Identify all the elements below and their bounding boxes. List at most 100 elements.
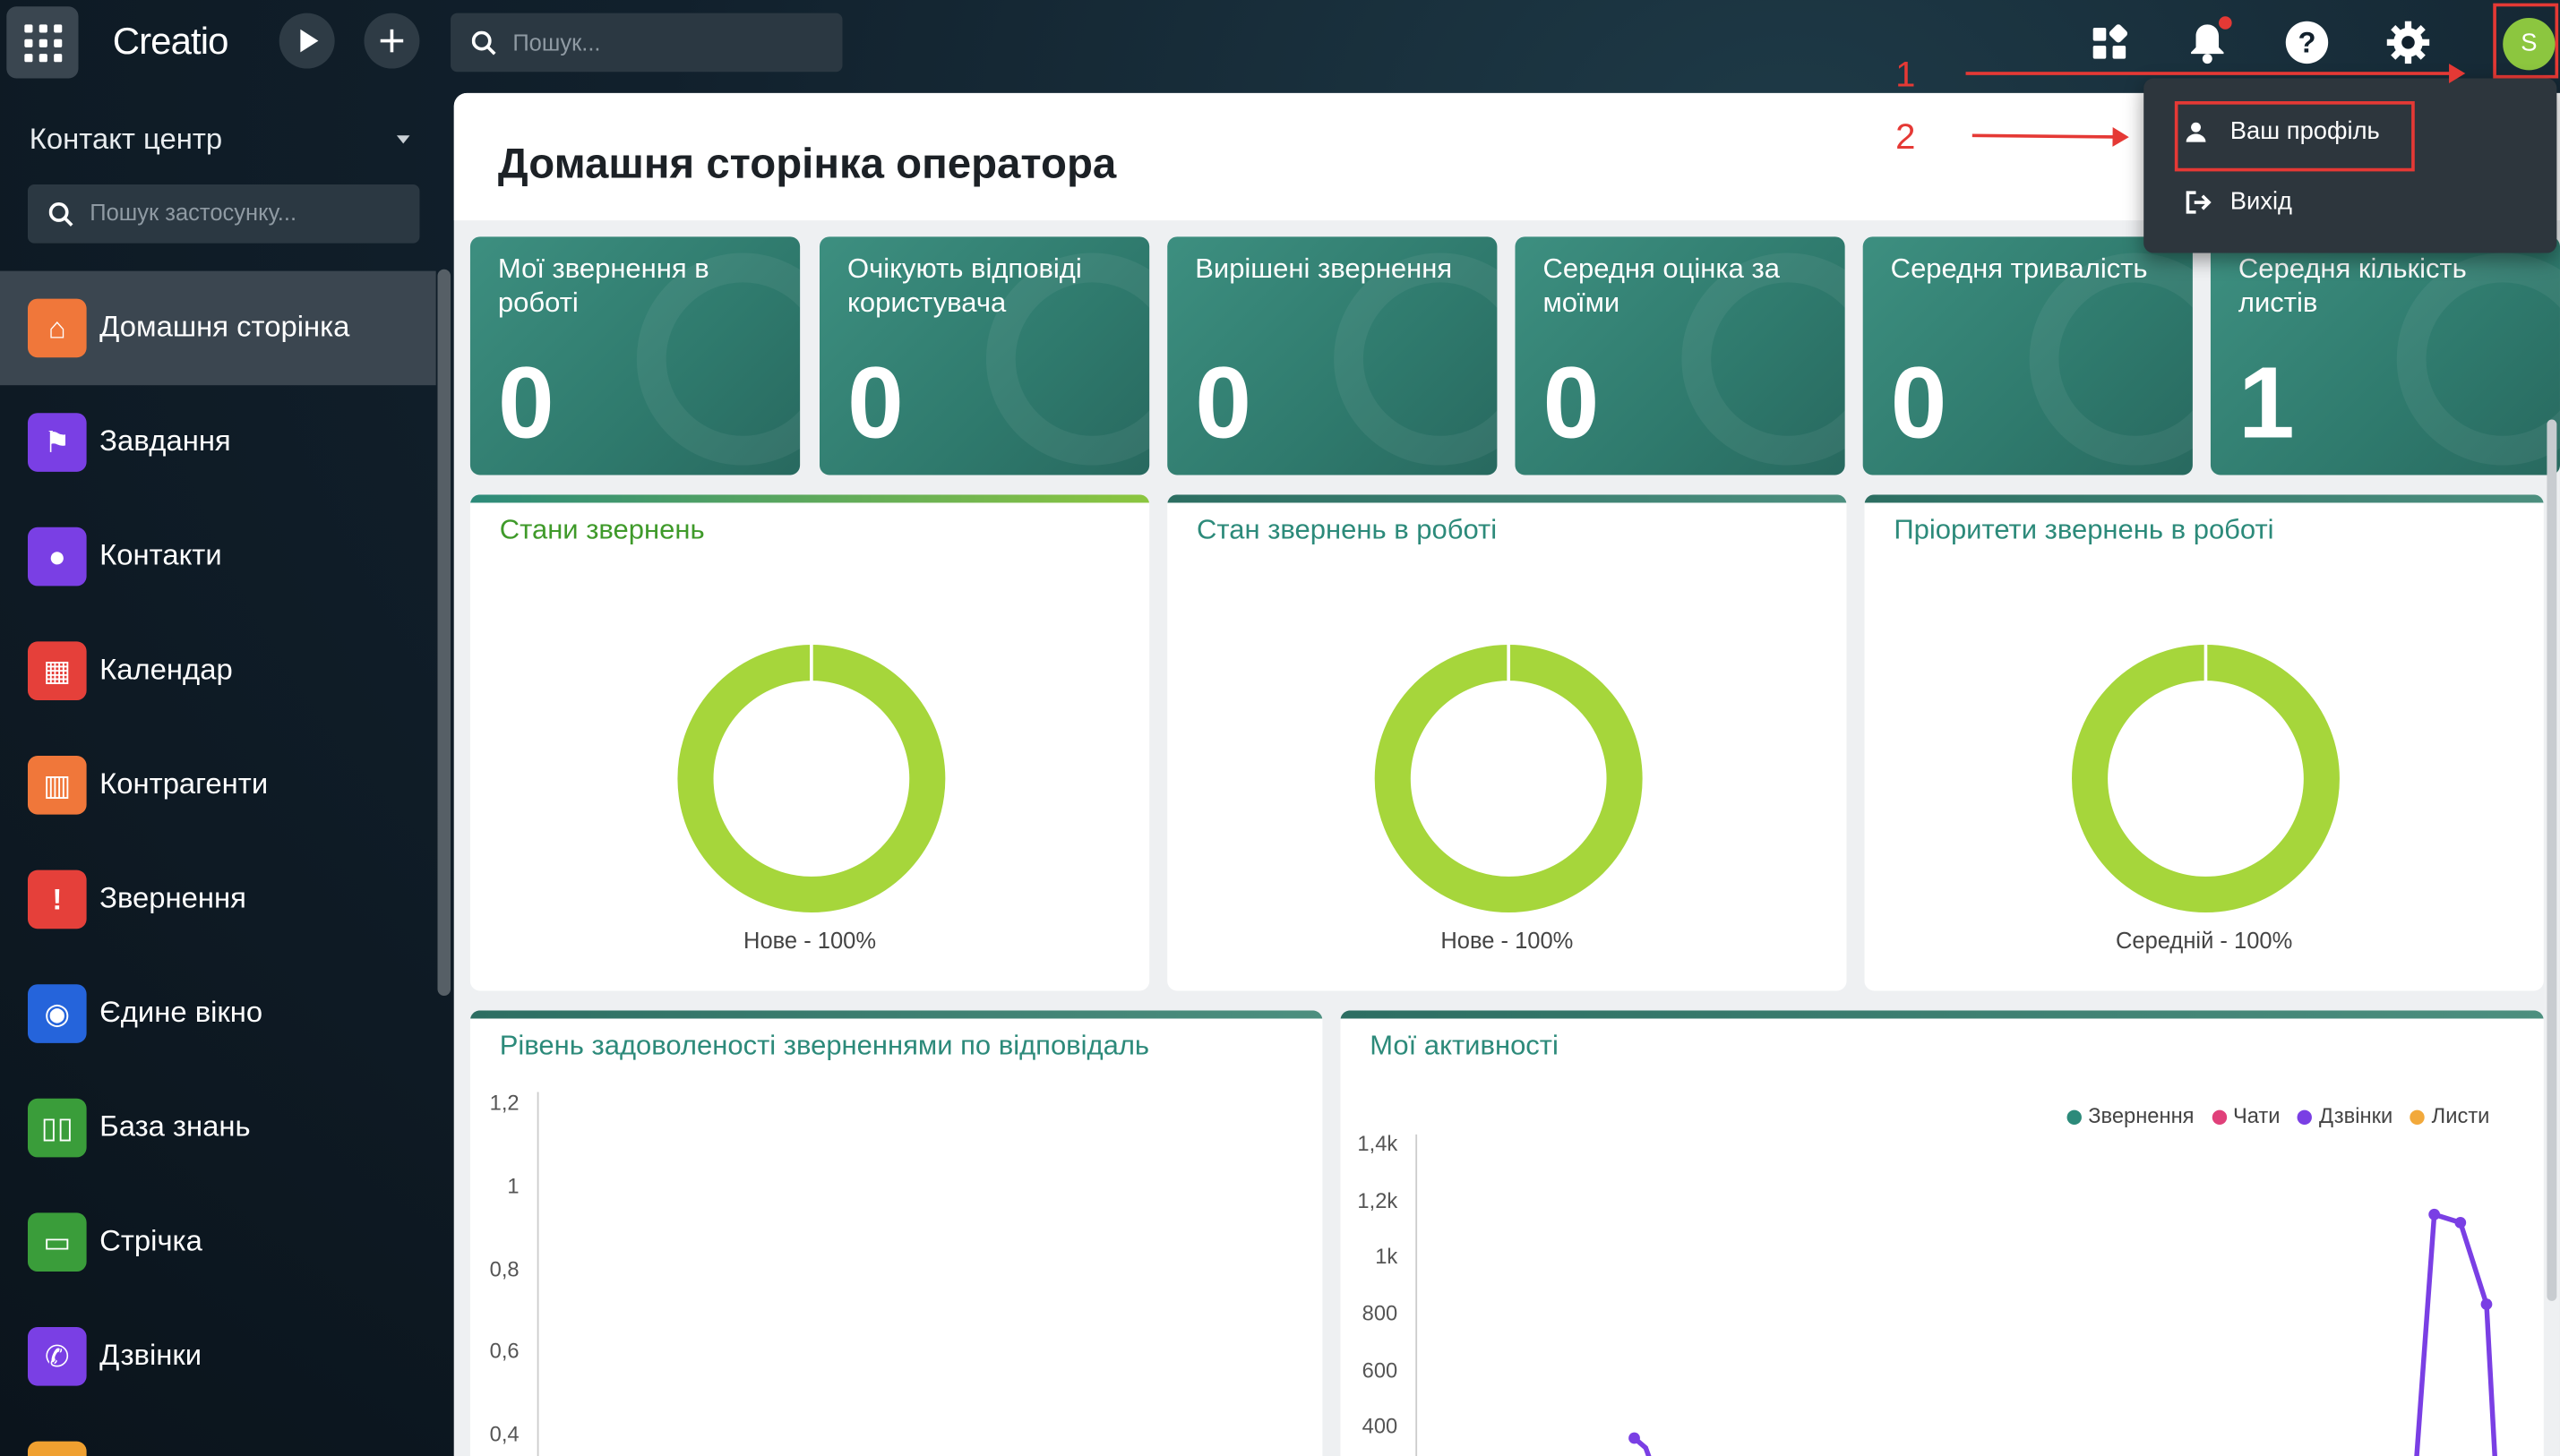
y-tick: 0,4 [489, 1421, 520, 1447]
donut-label: Середній - 100% [2115, 927, 2293, 954]
kpi-value: 0 [846, 347, 904, 461]
kpi-value: 1 [2238, 347, 2295, 461]
sidebar-item-label: Завдання [99, 424, 231, 458]
sidebar-item[interactable]: ● Контакти [0, 500, 436, 614]
donut-label: Нове - 100% [1440, 927, 1574, 954]
sidebar-item-label: Звернення [99, 881, 246, 914]
person-icon [2186, 122, 2206, 142]
creatio-logo: Creatio [112, 19, 229, 63]
donut-slice[interactable] [1374, 645, 1643, 913]
run-process-button[interactable] [279, 13, 335, 69]
add-record-button[interactable] [364, 13, 420, 69]
kpi-value: 0 [497, 347, 554, 461]
kpi-label: Вирішені звернення [1195, 253, 1453, 285]
annotation-arrow [1965, 64, 2466, 83]
sidebar-item[interactable]: ⌂ Домашня сторінка [0, 270, 436, 386]
workspace-name[interactable]: Контакт центр [30, 123, 222, 157]
global-search-placeholder: Пошук... [512, 29, 601, 56]
search-icon [471, 30, 496, 56]
person-icon: ● [27, 527, 87, 587]
notification-badge [2219, 16, 2232, 30]
sidebar-item-label: Контакти [99, 538, 222, 572]
book-icon: ▯▯ [27, 1098, 87, 1158]
kpi-value: 0 [1195, 347, 1252, 461]
calls-data-point[interactable] [1628, 1432, 1640, 1444]
phone-icon: ✆ [27, 1327, 87, 1386]
sidebar-item-label: Домашня сторінка [99, 310, 350, 343]
menu-item-logout[interactable]: Вихід [2177, 171, 2487, 236]
kpi-label: Мої звернення в роботі [497, 253, 709, 319]
sidebar-item[interactable] [0, 1414, 436, 1456]
donut-card: Пріоритети звернень в роботі Середній - … [1864, 494, 2544, 991]
satisfaction-chart-card: Рівень задоволеності зверненнями по відп… [469, 1010, 1323, 1456]
settings-gear-icon[interactable] [2384, 18, 2433, 67]
app-launcher-icon[interactable] [6, 6, 79, 79]
building-icon: ▥ [27, 756, 87, 815]
calls-data-point[interactable] [2428, 1208, 2441, 1220]
sidebar-item-label: Календар [99, 653, 233, 686]
widgets-icon[interactable] [2085, 18, 2135, 67]
donut-card: Стан звернень в роботі Нове - 100% [1167, 494, 1847, 991]
sidebar-item[interactable]: ⚑ Завдання [0, 385, 436, 500]
card-title: Стан звернень в роботі [1197, 514, 1498, 545]
y-tick: 1 [507, 1173, 520, 1199]
app-root: Creatio Пошук... ? S Контакт центр Пошук… [0, 0, 2560, 1456]
menu-item-label: Вихід [2229, 187, 2293, 216]
chevron-down-icon[interactable] [396, 135, 410, 144]
y-axis [537, 1092, 539, 1456]
kpi-value: 0 [1890, 347, 1947, 461]
donut-slice[interactable] [677, 645, 946, 913]
main-scrollbar[interactable] [2547, 419, 2557, 1301]
y-tick: 0,8 [489, 1256, 520, 1281]
donut-chart[interactable] [2070, 643, 2341, 914]
calls-data-point[interactable] [2454, 1216, 2467, 1229]
kpi-card[interactable]: Мої звернення в роботі 0 [469, 236, 801, 475]
sidebar-item[interactable]: ▦ Календар [0, 613, 436, 728]
kpi-label: Середня тривалість [1890, 253, 2148, 285]
sidebar-item[interactable]: ▥ Контрагенти [0, 728, 436, 843]
sidebar-item[interactable]: ! Звернення [0, 843, 436, 957]
kpi-card[interactable]: Очікують відповіді користувача 0 [819, 236, 1150, 475]
global-search-input[interactable]: Пошук... [451, 13, 843, 73]
donut-chart[interactable] [676, 643, 948, 914]
sidebar-item-label: Дзвінки [99, 1338, 202, 1372]
app-search-input[interactable]: Пошук застосунку... [27, 184, 420, 244]
calendar-icon: ▦ [27, 641, 87, 701]
kpi-card[interactable]: Середня кількість листів 1 [2210, 236, 2560, 475]
calls-data-point[interactable] [2480, 1298, 2493, 1310]
help-icon[interactable]: ? [2282, 18, 2332, 67]
sidebar-item[interactable]: ▯▯ База знань [0, 1071, 436, 1186]
kpi-value: 0 [1542, 347, 1600, 461]
donut-slice[interactable] [2072, 645, 2340, 913]
page-title: Домашня сторінка оператора [497, 138, 1117, 188]
sidebar-item-label: Стрічка [99, 1224, 202, 1257]
kpi-label: Середня оцінка за моїми [1542, 253, 1780, 319]
sidebar-scrollbar[interactable] [437, 269, 451, 996]
card-title: Рівень задоволеності зверненнями по відп… [499, 1030, 1150, 1061]
kpi-card[interactable]: Середня тривалість 0 [1862, 236, 2193, 475]
calls-series-line [2414, 1211, 2497, 1456]
card-title: Пріоритети звернень в роботі [1894, 514, 2274, 545]
user-dropdown-menu: Ваш профіль Вихід [2143, 78, 2557, 253]
sidebar-item[interactable]: ✆ Дзвінки [0, 1299, 436, 1414]
sidebar-item-label: Контрагенти [99, 767, 269, 801]
menu-item-profile[interactable]: Ваш профіль [2177, 101, 2487, 167]
kpi-card[interactable]: Вирішені звернення 0 [1167, 236, 1498, 475]
sidebar-item[interactable]: ▭ Стрічка [0, 1185, 436, 1299]
logout-icon [2186, 191, 2212, 214]
agent-desk-icon: ◉ [27, 984, 87, 1043]
menu-item-label: Ваш профіль [2229, 117, 2380, 146]
user-avatar[interactable]: S [2503, 18, 2556, 71]
activities-line-chart [1628, 1208, 2497, 1456]
kpi-card[interactable]: Середня оцінка за моїми 0 [1515, 236, 1845, 475]
sidebar-item-label: Єдине вікно [99, 995, 263, 1029]
donut-chart[interactable] [1373, 643, 1645, 914]
kpi-label: Середня кількість листів [2238, 253, 2467, 319]
donut-label: Нове - 100% [743, 927, 877, 954]
sidebar: Контакт центр Пошук застосунку... ⌂ Домаш… [0, 85, 436, 1456]
y-tick: 1,2 [489, 1090, 520, 1116]
sidebar-item[interactable]: ◉ Єдине вікно [0, 956, 436, 1071]
y-tick: 0,6 [489, 1338, 520, 1364]
donut-card: Стани звернень Нове - 100% [469, 494, 1150, 991]
more-app-icon [27, 1441, 87, 1456]
